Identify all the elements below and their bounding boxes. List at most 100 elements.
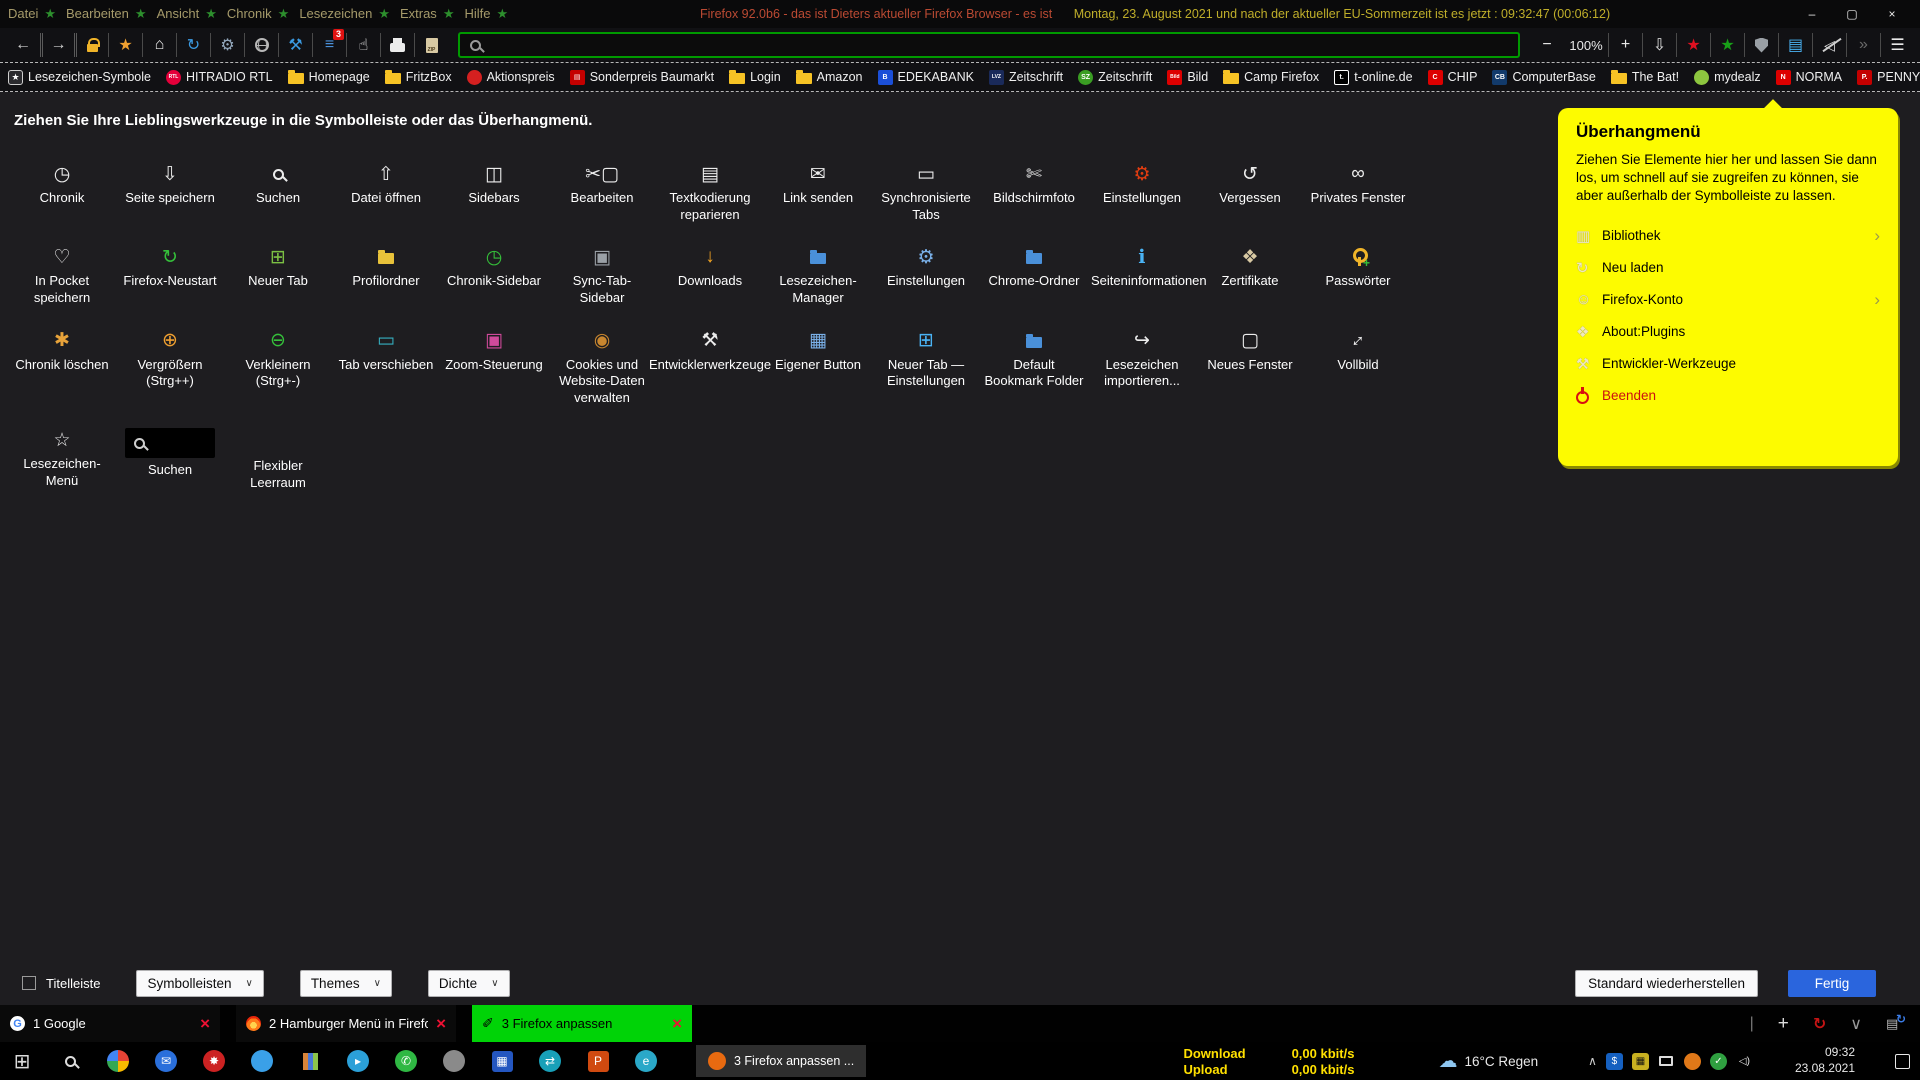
- restore-defaults-button[interactable]: Standard wiederherstellen: [1575, 970, 1758, 997]
- customize-item[interactable]: ▭Tab verschieben: [332, 327, 440, 407]
- notification-center-icon[interactable]: [1895, 1054, 1910, 1069]
- bookmark-item[interactable]: ★Lesezeichen-Symbole: [8, 70, 151, 85]
- blue-doc-icon[interactable]: ▤: [1778, 33, 1812, 57]
- customize-item[interactable]: Flexibler Leerraum: [224, 426, 332, 491]
- list-tabs-chevron-icon[interactable]: ∨: [1850, 1014, 1862, 1034]
- mute-icon[interactable]: ◁: [1812, 33, 1846, 57]
- new-tab-button[interactable]: +: [1778, 1013, 1789, 1035]
- customize-item[interactable]: ⚒Entwicklerwerkzeuge: [656, 327, 764, 407]
- menu-chronik[interactable]: Chronik: [227, 6, 272, 21]
- customize-item[interactable]: ⇧Datei öffnen: [332, 160, 440, 223]
- bookmark-star-icon[interactable]: ★: [108, 33, 142, 57]
- titlebar-checkbox[interactable]: [22, 976, 36, 990]
- customize-item[interactable]: ☆Lesezeichen-Menü: [8, 426, 116, 491]
- customize-item[interactable]: ❖Zertifikate: [1196, 243, 1304, 306]
- customize-item[interactable]: Suchen: [224, 160, 332, 223]
- tray-expand-chevron[interactable]: ∧: [1588, 1054, 1597, 1068]
- customize-item[interactable]: ▤Textkodierung reparieren: [656, 160, 764, 223]
- hamburger-menu-icon[interactable]: ☰: [1880, 33, 1914, 57]
- zoom-in-button[interactable]: +: [1608, 33, 1642, 57]
- tab[interactable]: G1 Google×: [0, 1005, 220, 1042]
- bookmark-item[interactable]: NNORMA: [1776, 70, 1843, 85]
- customize-item[interactable]: ⚙Einstellungen: [872, 243, 980, 306]
- customize-item[interactable]: ⚙Einstellungen: [1088, 160, 1196, 223]
- app-telegram-icon[interactable]: ▸: [346, 1049, 370, 1073]
- app-whatsapp-icon[interactable]: ✆: [394, 1049, 418, 1073]
- customize-item[interactable]: +Passwörter: [1304, 243, 1412, 306]
- reload-tab-icon[interactable]: ↻: [1813, 1014, 1826, 1034]
- back-button[interactable]: ←: [6, 33, 40, 57]
- customize-item[interactable]: ▭Synchronisierte Tabs: [872, 160, 980, 223]
- tray-orange-icon[interactable]: [1684, 1053, 1701, 1070]
- menu-hilfe[interactable]: Hilfe: [464, 6, 490, 21]
- menu-extras[interactable]: Extras: [400, 6, 437, 21]
- green-star-icon[interactable]: ★: [1710, 33, 1744, 57]
- reload-icon[interactable]: ↻: [176, 33, 210, 57]
- app-blue-icon[interactable]: [250, 1049, 274, 1073]
- printer-icon[interactable]: [380, 33, 414, 57]
- tray-grid-icon[interactable]: ▦: [1632, 1053, 1649, 1070]
- customize-item[interactable]: ⊞Neuer Tab — Einstellungen: [872, 327, 980, 407]
- customize-item[interactable]: Default Bookmark Folder: [980, 327, 1088, 407]
- forward-button[interactable]: →: [40, 33, 74, 57]
- dropdown-themes[interactable]: Themes∨: [300, 970, 392, 997]
- tray-volume-icon[interactable]: ◁): [1736, 1053, 1753, 1070]
- customize-item[interactable]: ⊖Verkleinern (Strg+-): [224, 327, 332, 407]
- customize-item[interactable]: ♡In Pocket speichern: [8, 243, 116, 306]
- bookmark-item[interactable]: LVZZeitschrift: [989, 70, 1063, 85]
- customize-item[interactable]: ↕Vollbild: [1304, 327, 1412, 407]
- customize-item[interactable]: ✄Bildschirmfoto: [980, 160, 1088, 223]
- bookmark-item[interactable]: BEDEKABANK: [878, 70, 974, 85]
- overflow-chevron-icon[interactable]: »: [1846, 33, 1880, 57]
- bookmark-item[interactable]: SZZeitschrift: [1078, 70, 1152, 85]
- gears-icon[interactable]: ⚙: [210, 33, 244, 57]
- customize-item[interactable]: Profilordner: [332, 243, 440, 306]
- bookmark-item[interactable]: CBComputerBase: [1492, 70, 1595, 85]
- app-edge-icon[interactable]: e: [634, 1049, 658, 1073]
- start-button[interactable]: ⊞: [10, 1049, 34, 1073]
- zoom-out-button[interactable]: −: [1530, 33, 1564, 57]
- menu-lesezeichen[interactable]: Lesezeichen: [299, 6, 372, 21]
- dropdown-symbolleisten[interactable]: Symbolleisten∨: [136, 970, 263, 997]
- customize-item[interactable]: ▢Neues Fenster: [1196, 327, 1304, 407]
- customize-item[interactable]: Suchen: [116, 426, 224, 491]
- shield-icon[interactable]: [1744, 33, 1778, 57]
- tray-monitor-icon[interactable]: [1658, 1053, 1675, 1070]
- extension-icon[interactable]: ☝: [346, 33, 380, 57]
- overflow-item[interactable]: ↻Neu laden: [1576, 252, 1880, 284]
- customize-item[interactable]: Chrome-Ordner: [980, 243, 1088, 306]
- customize-item[interactable]: ⇩Seite speichern: [116, 160, 224, 223]
- bookmark-item[interactable]: Aktionspreis: [467, 70, 555, 85]
- bookmark-item[interactable]: The Bat!: [1611, 70, 1679, 84]
- bookmark-item[interactable]: FritzBox: [385, 70, 452, 84]
- tab[interactable]: 2 Hamburger Menü in Firefox V×: [236, 1005, 456, 1042]
- lock-key-icon[interactable]: [74, 33, 108, 57]
- tab-close-icon[interactable]: ×: [672, 1014, 682, 1034]
- zoom-level-indicator[interactable]: 100%: [1564, 38, 1608, 53]
- app-teal-icon[interactable]: ⇄: [538, 1049, 562, 1073]
- customize-item[interactable]: ℹSeiteninformationen: [1088, 243, 1196, 306]
- customize-item[interactable]: ↺Vergessen: [1196, 160, 1304, 223]
- overflow-item[interactable]: ▥Bibliothek›: [1576, 220, 1880, 252]
- list-badge-icon[interactable]: ≡3: [312, 33, 346, 57]
- overflow-item[interactable]: ☺Firefox-Konto›: [1576, 284, 1880, 316]
- menu-bearbeiten[interactable]: Bearbeiten: [66, 6, 129, 21]
- bookmark-item[interactable]: RTLHITRADIO RTL: [166, 70, 273, 85]
- overflow-item[interactable]: ⚒Entwickler-Werkzeuge: [1576, 348, 1880, 380]
- bookmark-item[interactable]: ▤Sonderpreis Baumarkt: [570, 70, 714, 85]
- app-red-pinwheel-icon[interactable]: ✸: [202, 1049, 226, 1073]
- bookmark-item[interactable]: mydealz: [1694, 70, 1761, 85]
- bookmark-item[interactable]: CCHIP: [1428, 70, 1478, 85]
- overflow-item[interactable]: ❖About:Plugins: [1576, 316, 1880, 348]
- zip-doc-icon[interactable]: ZIP: [414, 33, 448, 57]
- tray-currency-icon[interactable]: $: [1606, 1053, 1623, 1070]
- tab-close-icon[interactable]: ×: [200, 1014, 210, 1034]
- app-mail-icon[interactable]: ✉: [154, 1049, 178, 1073]
- bookmark-item[interactable]: t.t-online.de: [1334, 70, 1412, 85]
- customize-item[interactable]: ◷Chronik-Sidebar: [440, 243, 548, 306]
- bookmark-item[interactable]: P.PENNY: [1857, 70, 1920, 85]
- wrench-icon[interactable]: ⚒: [278, 33, 312, 57]
- app-grey-icon[interactable]: [442, 1049, 466, 1073]
- customize-item[interactable]: ∞Privates Fenster: [1304, 160, 1412, 223]
- customize-item[interactable]: ▣Zoom-Steuerung: [440, 327, 548, 407]
